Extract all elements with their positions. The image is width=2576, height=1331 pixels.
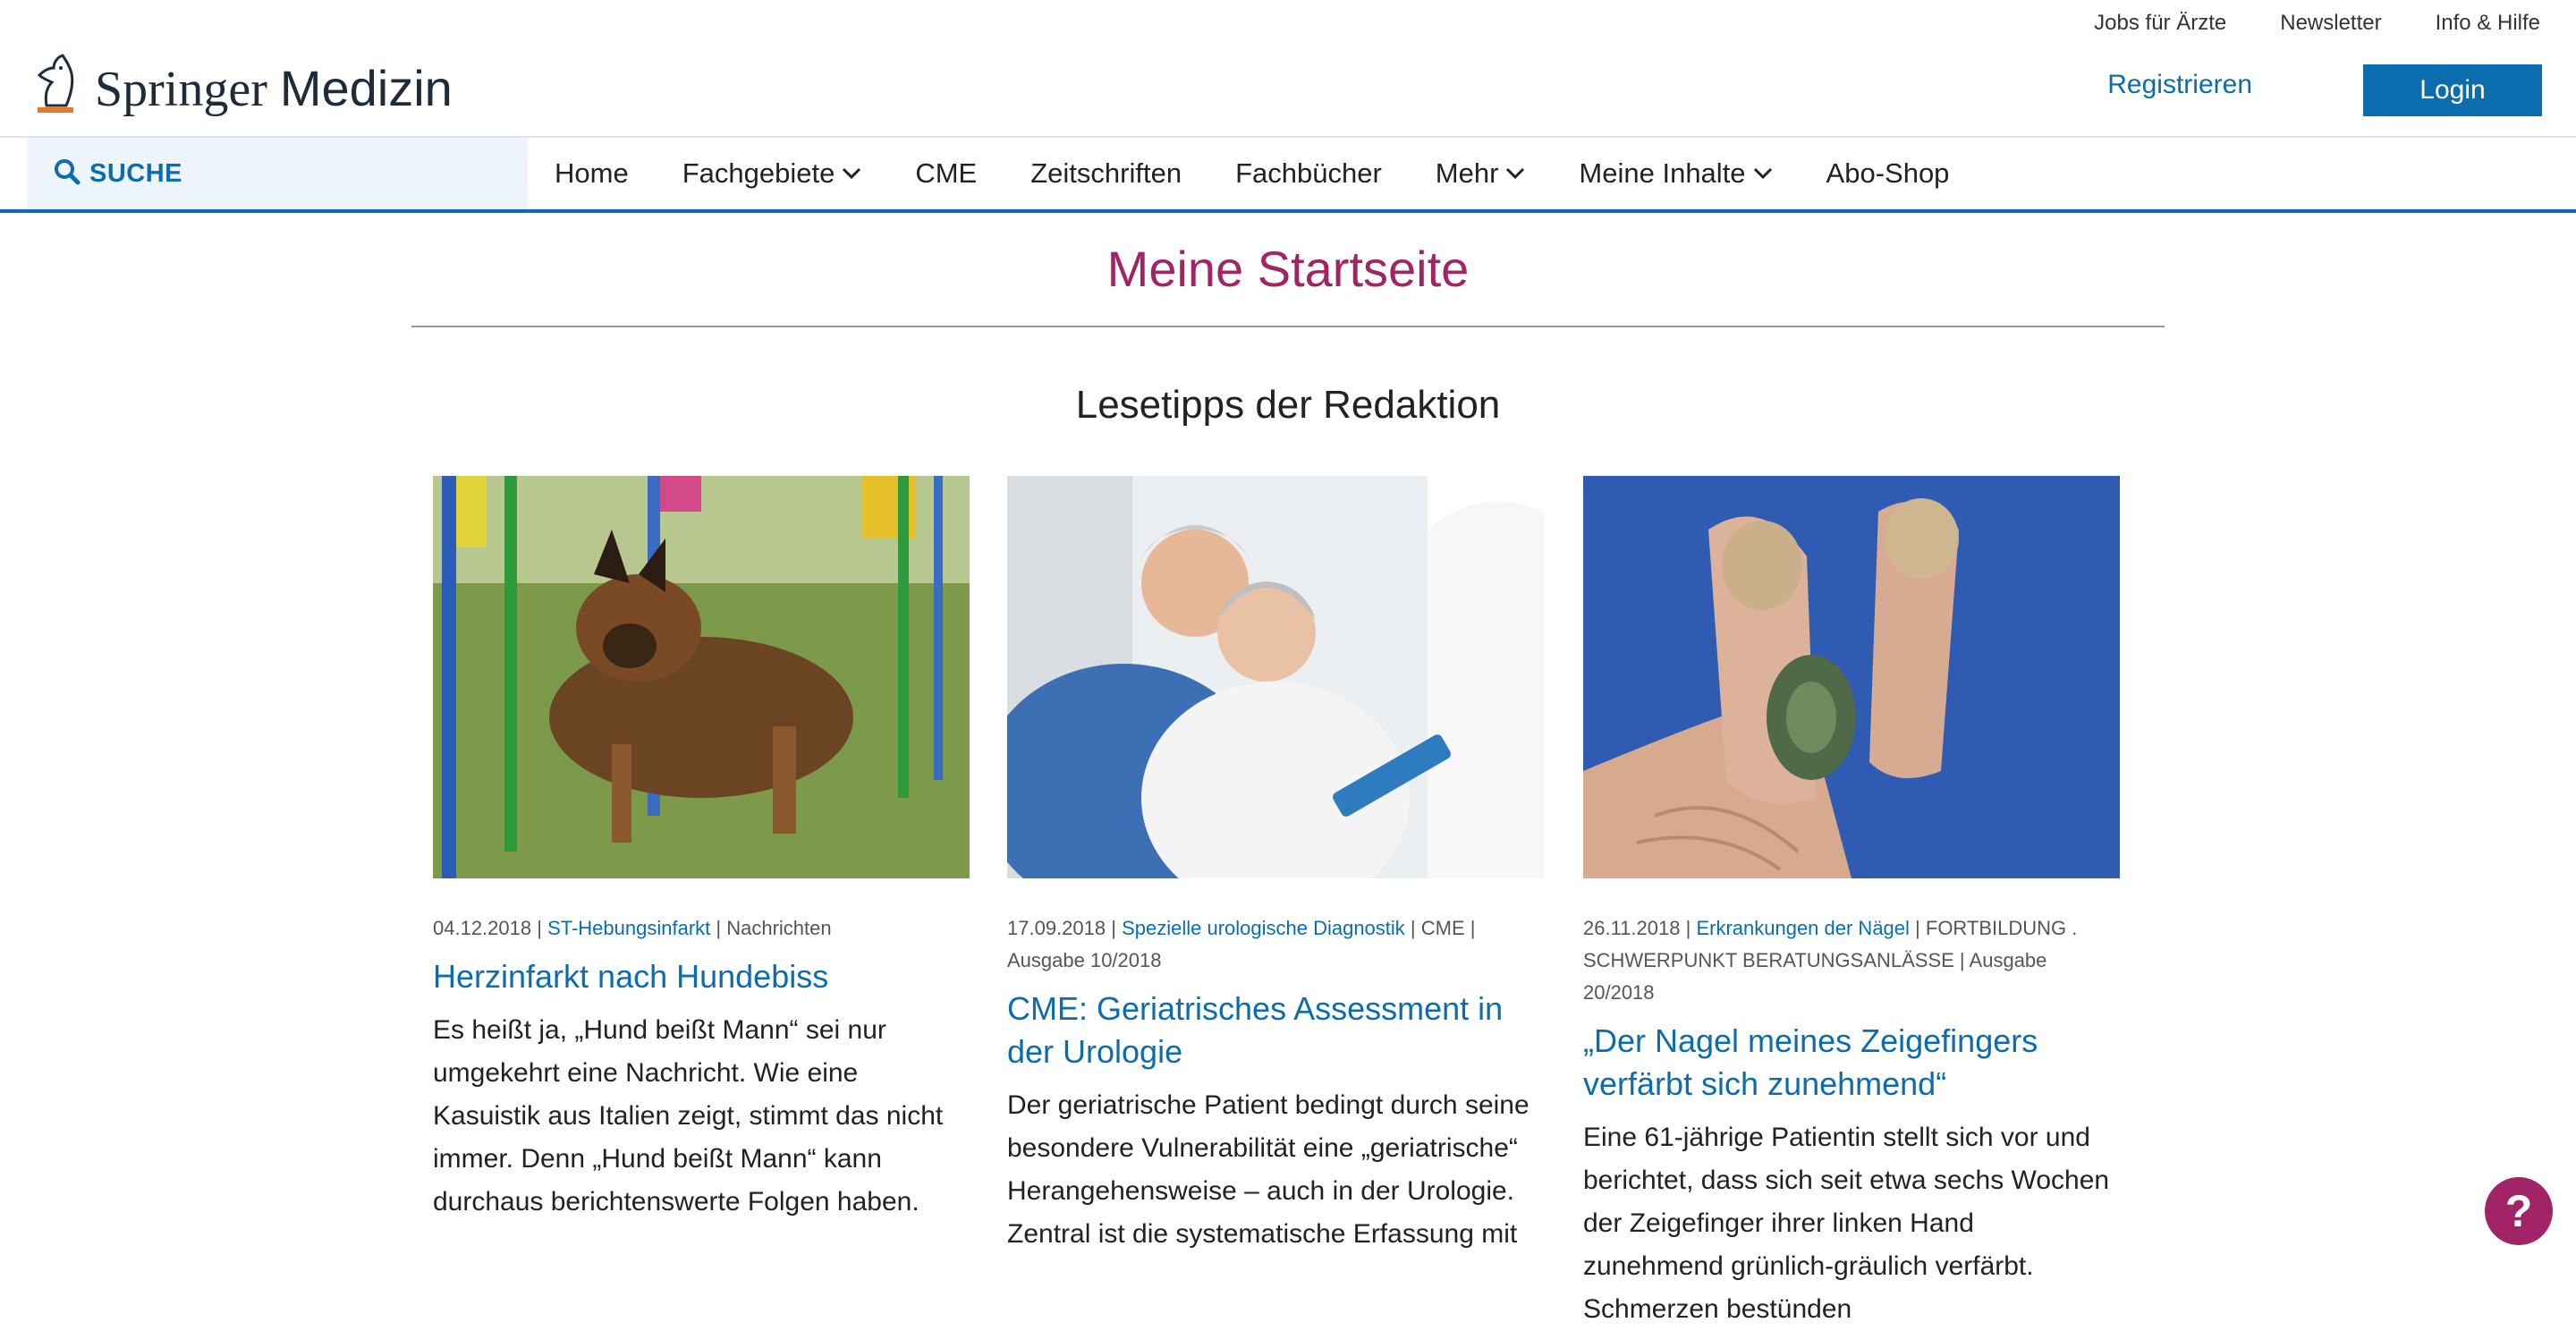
chevron-down-icon [1506, 167, 1525, 180]
nav-abo-shop[interactable]: Abo-Shop [1826, 157, 1950, 190]
article-teaser: Es heißt ja, „Hund beißt Mann“ sei nur u… [433, 1015, 944, 1217]
article-image-nail[interactable] [1583, 476, 2120, 878]
article-card: 26.11.2018 | Erkrankungen der Nägel | FO… [1583, 476, 2120, 1331]
newsletter-link[interactable]: Newsletter [2280, 11, 2381, 36]
article-meta: 26.11.2018 | Erkrankungen der Nägel | FO… [1583, 917, 2078, 1004]
topic-link[interactable]: ST-Hebungsinfarkt [547, 917, 710, 939]
jobs-link[interactable]: Jobs für Ärzte [2094, 11, 2226, 36]
nav-home[interactable]: Home [555, 157, 629, 190]
article-teaser: Der geriatrische Patient bedingt durch s… [1007, 1090, 1530, 1249]
article-title[interactable]: CME: Geriatrisches Assessment in der Uro… [1007, 988, 1544, 1073]
topic-link[interactable]: Erkrankungen der Nägel [1696, 917, 1909, 939]
article-teaser: Eine 61-jährige Patientin stellt sich vo… [1583, 1123, 2110, 1324]
article-title[interactable]: „Der Nagel meines Zeigefingers verfärbt … [1583, 1020, 2120, 1106]
utility-links: Jobs für Ärzte Newsletter Info & Hilfe [2094, 0, 2576, 47]
info-help-link[interactable]: Info & Hilfe [2436, 11, 2540, 36]
brand-name: Springer Medizin [95, 59, 453, 117]
article-image-dog[interactable] [433, 476, 970, 878]
title-divider [411, 326, 2165, 327]
nav-fachgebiete[interactable]: Fachgebiete [682, 157, 862, 190]
article-meta: 04.12.2018 | ST-Hebungsinfarkt | Nachric… [433, 917, 832, 939]
section-title: Lesetipps der Redaktion [1075, 383, 1501, 427]
register-link[interactable]: Registrieren [2107, 70, 2252, 100]
article-card: 17.09.2018 | Spezielle urologische Diagn… [1007, 476, 1544, 1256]
article-title[interactable]: Herzinfarkt nach Hundebiss [433, 955, 970, 998]
main-nav: SUCHE Home Fachgebiete CME Zeitschriften… [0, 136, 2576, 213]
nav-cme[interactable]: CME [915, 157, 977, 190]
site-header: Springer Medizin Registrieren Login [0, 47, 2576, 136]
help-chat-button[interactable]: ? [2485, 1177, 2553, 1245]
topic-link[interactable]: Spezielle urologische Diagnostik [1122, 917, 1405, 939]
brand-logo[interactable]: Springer Medizin [30, 52, 453, 124]
chevron-down-icon [1753, 167, 1772, 180]
search-label: SUCHE [89, 158, 183, 188]
knight-logo-icon [30, 52, 84, 124]
question-icon: ? [2504, 1186, 2533, 1236]
search-icon [27, 158, 80, 190]
page-title: Meine Startseite [1106, 241, 1470, 297]
article-image-patients[interactable] [1007, 476, 1544, 878]
nav-mehr[interactable]: Mehr [1436, 157, 1526, 190]
nav-zeitschriften[interactable]: Zeitschriften [1030, 157, 1182, 190]
search-button[interactable]: SUCHE [27, 138, 528, 209]
nav-meine-inhalte[interactable]: Meine Inhalte [1579, 157, 1772, 190]
chevron-down-icon [843, 167, 861, 180]
login-button[interactable]: Login [2363, 64, 2542, 116]
article-meta: 17.09.2018 | Spezielle urologische Diagn… [1007, 917, 1476, 971]
nav-fachbuecher[interactable]: Fachbücher [1235, 157, 1382, 190]
article-card: 04.12.2018 | ST-Hebungsinfarkt | Nachric… [433, 476, 970, 1224]
